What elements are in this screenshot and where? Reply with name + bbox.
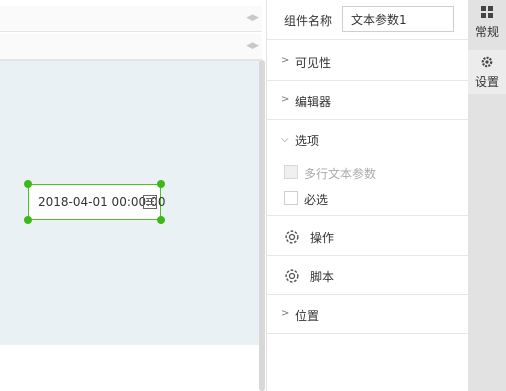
horizontal-ruler: ◀▶ [0, 6, 262, 32]
section-visibility-label: 可见性 [295, 56, 332, 70]
multiline-label: 多行文本参数 [304, 167, 377, 181]
section-options[interactable]: ⌵ 选项 [267, 120, 469, 159]
vertical-scrollbar[interactable] [259, 60, 265, 391]
calendar-icon[interactable] [143, 195, 157, 209]
options-body: 多行文本参数 必选 [267, 159, 469, 216]
chevron-right-icon: > [281, 94, 290, 105]
ruler-scroll-arrows[interactable]: ◀▶ [246, 13, 259, 23]
chevron-down-icon: ⌵ [281, 134, 289, 145]
section-actions-label: 操作 [310, 231, 335, 245]
designer-window: ◀▶ ◀▶ 2018-04-01 00:00:00 组件名称 > 可见性 > 编… [0, 0, 506, 391]
component-name-input[interactable] [342, 6, 454, 32]
tab-general[interactable]: 常规 [468, 0, 506, 44]
canvas-area: ◀▶ ◀▶ 2018-04-01 00:00:00 [0, 0, 265, 391]
section-script[interactable]: 脚本 [267, 256, 469, 295]
resize-handle-top-left[interactable] [24, 180, 32, 188]
required-checkbox[interactable] [284, 191, 298, 205]
resize-handle-top-right[interactable] [157, 180, 165, 188]
multiline-checkbox[interactable] [284, 165, 298, 179]
section-options-label: 选项 [295, 134, 320, 148]
section-visibility[interactable]: > 可见性 [267, 42, 469, 81]
chevron-right-icon: > [281, 55, 290, 66]
gear-icon [481, 56, 493, 68]
component-name-label: 组件名称 [284, 14, 333, 28]
option-required[interactable]: 必选 [284, 190, 464, 208]
gear-icon [285, 230, 299, 244]
date-parameter-widget[interactable]: 2018-04-01 00:00:00 [28, 184, 165, 220]
section-editor[interactable]: > 编辑器 [267, 81, 469, 120]
chevron-right-icon: > [281, 308, 290, 319]
section-editor-label: 编辑器 [295, 95, 332, 109]
resize-handle-bottom-left[interactable] [24, 216, 32, 224]
gear-icon [285, 269, 299, 283]
right-tab-rail: 常规 设置 [468, 0, 506, 391]
component-name-row: 组件名称 [267, 0, 469, 40]
section-position[interactable]: > 位置 [267, 295, 469, 334]
required-label: 必选 [304, 193, 329, 207]
section-actions[interactable]: 操作 [267, 217, 469, 256]
section-script-label: 脚本 [310, 270, 335, 284]
grid-icon [481, 6, 493, 18]
tab-settings-label: 设置 [474, 75, 499, 89]
ruler-scroll-arrows[interactable]: ◀▶ [246, 41, 259, 51]
tab-general-label: 常规 [474, 25, 499, 39]
resize-handle-bottom-right[interactable] [157, 216, 165, 224]
horizontal-ruler-secondary: ◀▶ [0, 34, 262, 60]
section-position-label: 位置 [295, 309, 320, 323]
option-multiline[interactable]: 多行文本参数 [284, 164, 464, 182]
tab-settings[interactable]: 设置 [468, 50, 506, 94]
properties-panel: 组件名称 > 可见性 > 编辑器 ⌵ 选项 多行文本参数 必选 [266, 0, 469, 391]
